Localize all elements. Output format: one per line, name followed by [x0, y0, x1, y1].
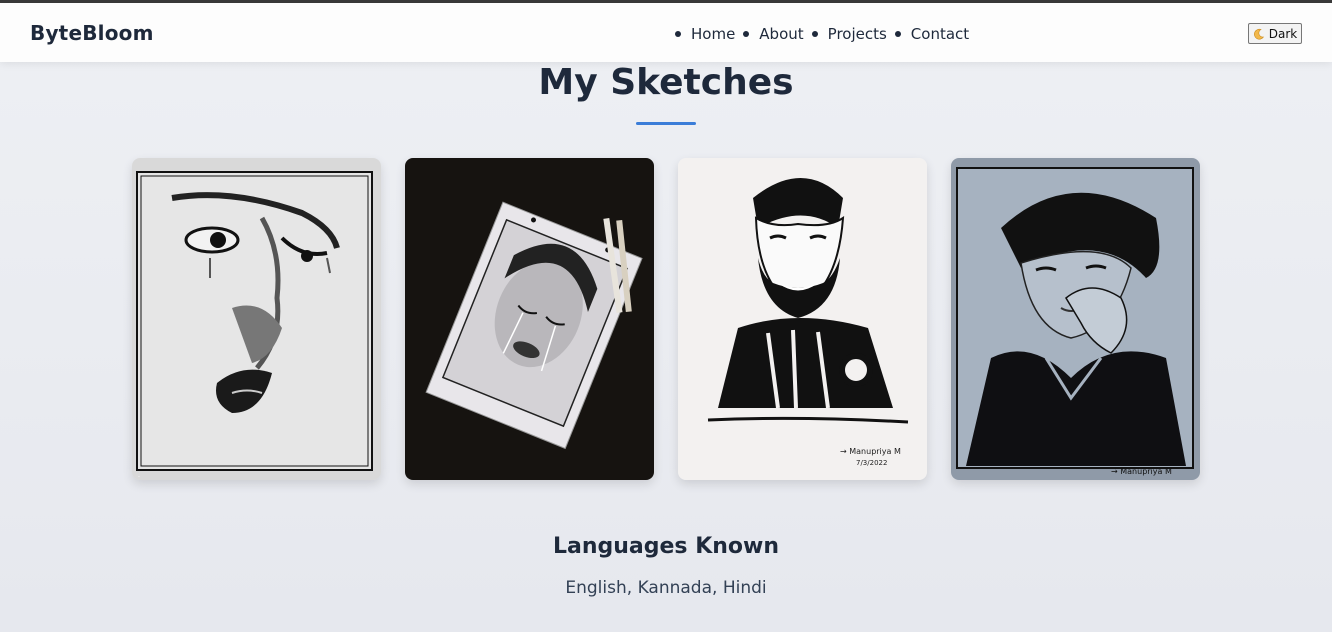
bullet-icon — [894, 31, 901, 37]
image-caption: . — [138, 472, 140, 479]
sketch-face-tears-image: . — [132, 158, 381, 480]
sketch-card-young-man[interactable]: → Manupriya M — [951, 158, 1200, 480]
sketches-title: My Sketches — [538, 62, 794, 103]
nav-item-about[interactable]: About — [743, 25, 811, 43]
nav-home-label[interactable]: Home — [691, 25, 735, 43]
languages-list: English, Kannada, Hindi — [565, 578, 767, 598]
bullet-icon — [811, 31, 818, 37]
nav-about-label[interactable]: About — [759, 25, 803, 43]
languages-title: Languages Known — [552, 534, 779, 559]
dark-mode-label: Dark — [1268, 26, 1298, 41]
bullet-icon — [743, 31, 750, 37]
sketch-gallery: . → Manupriya M 7/3/2022 → Manupriya M — [132, 158, 1200, 480]
nav-item-contact[interactable]: Contact — [894, 25, 977, 43]
sketch-bearded-man-image: → Manupriya M 7/3/2022 — [678, 158, 927, 480]
sketch-card-girl-crying[interactable] — [405, 158, 654, 480]
sketch-girl-crying-image — [405, 158, 654, 480]
sketch-date: 7/3/2022 — [856, 459, 887, 467]
sketch-card-bearded-man[interactable]: → Manupriya M 7/3/2022 — [678, 158, 927, 480]
moon-icon — [1253, 28, 1264, 39]
nav-links: Home About Projects Contact — [675, 23, 977, 45]
navbar: ByteBloom Home About Projects Contact Da… — [0, 3, 1332, 62]
nav-item-projects[interactable]: Projects — [811, 25, 895, 43]
nav-contact-label[interactable]: Contact — [911, 25, 969, 43]
nav-projects-label[interactable]: Projects — [828, 25, 887, 43]
bullet-icon — [675, 31, 681, 37]
sketch-signature: → Manupriya M — [1111, 467, 1172, 476]
title-underline — [636, 122, 696, 125]
nav-item-home[interactable]: Home — [675, 25, 743, 43]
sketch-card-face-tears[interactable]: . — [132, 158, 381, 480]
sketch-young-man-image: → Manupriya M — [951, 158, 1200, 480]
dark-mode-toggle-button[interactable]: Dark — [1248, 23, 1302, 44]
sketch-signature: → Manupriya M — [840, 447, 901, 456]
brand-logo[interactable]: ByteBloom — [30, 21, 154, 45]
